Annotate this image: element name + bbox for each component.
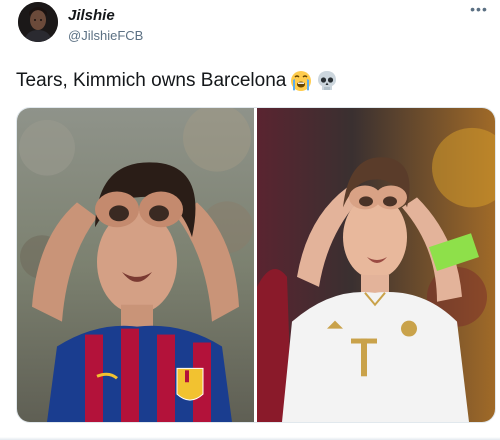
tweet-body: Tears, Kimmich owns Barcelona (16, 70, 287, 91)
player-bayern-image (257, 108, 495, 422)
display-name[interactable]: Jilshie (68, 8, 143, 24)
tweet-text: Tears, Kimmich owns Barcelona (16, 68, 338, 94)
user-handle[interactable]: @JilshieFCB (68, 27, 143, 45)
avatar-image (18, 2, 58, 42)
avatar[interactable] (18, 2, 58, 42)
more-dots-icon[interactable]: ••• (468, 2, 490, 18)
photo-right[interactable] (257, 108, 495, 422)
tweet-media[interactable] (16, 107, 496, 423)
tweet-author: Jilshie @JilshieFCB (68, 8, 143, 45)
photo-left[interactable] (17, 108, 254, 422)
skull-icon (316, 70, 338, 92)
loudly-crying-face-icon (290, 70, 312, 92)
player-barcelona-image (17, 108, 254, 422)
tweet-card: Jilshie @JilshieFCB ••• Tears, Kimmich o… (0, 0, 500, 440)
